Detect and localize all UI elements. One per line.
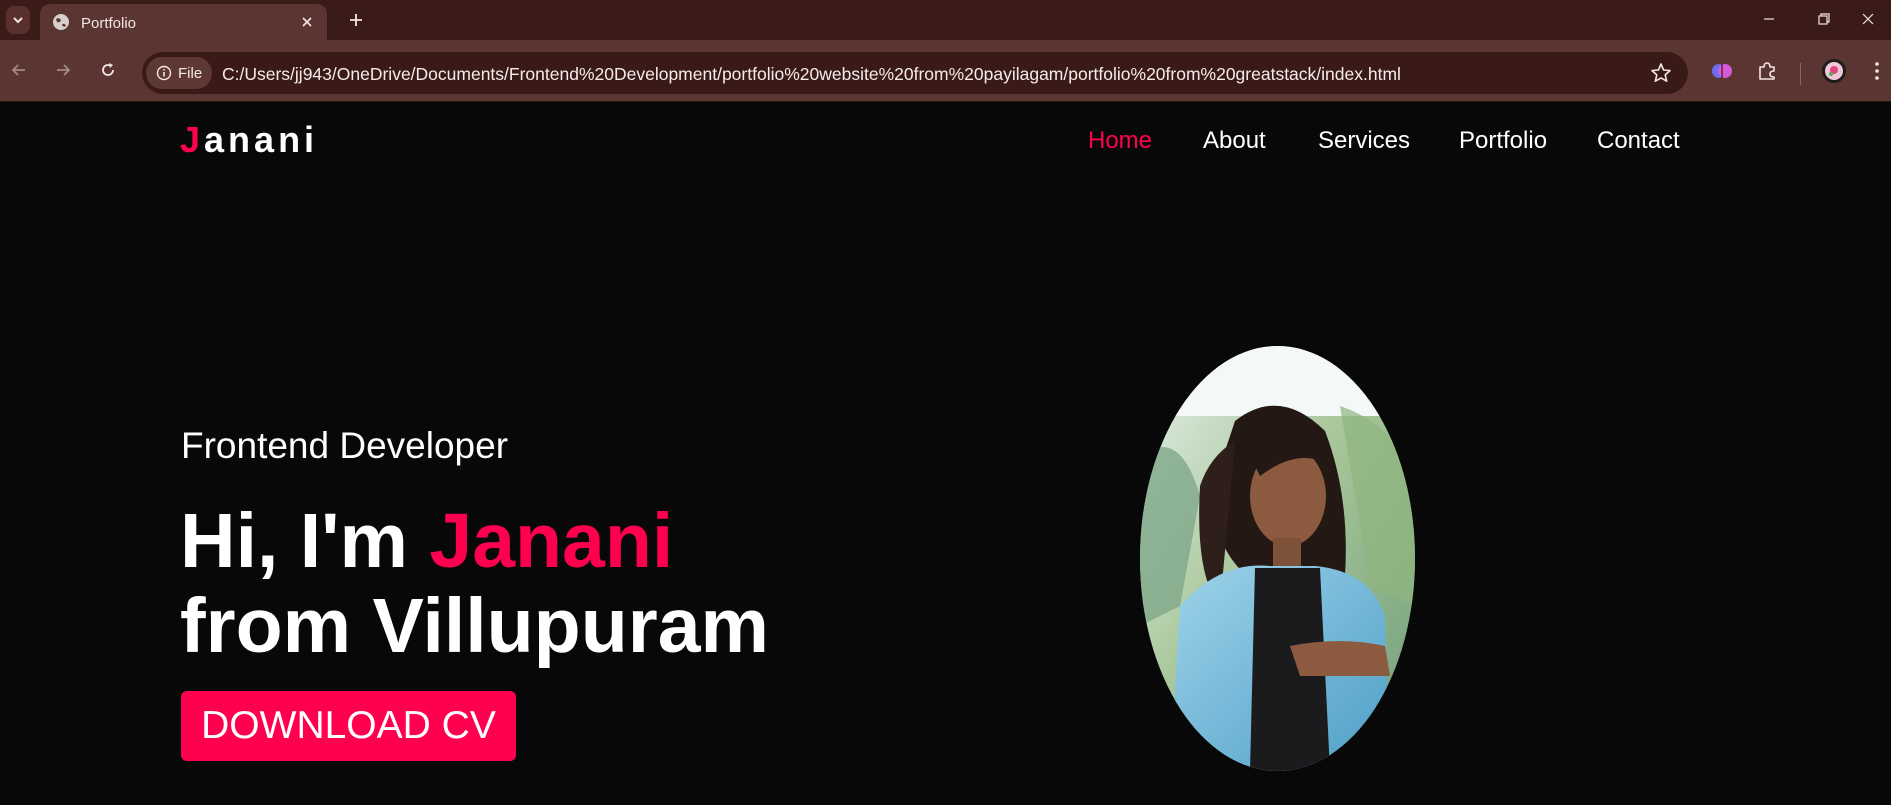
close-window-button[interactable]	[1845, 0, 1891, 38]
browser-toolbar: File C:/Users/jj943/OneDrive/Documents/F…	[0, 40, 1891, 102]
puzzle-icon	[1759, 62, 1775, 80]
nav-link-portfolio[interactable]: Portfolio	[1459, 127, 1547, 155]
hero-name: Janani	[429, 498, 674, 584]
back-button[interactable]	[4, 55, 34, 85]
logo-initial: J	[180, 119, 205, 160]
site-info-chip[interactable]: File	[146, 57, 212, 89]
scheme-label: File	[178, 64, 203, 82]
minimize-button[interactable]	[1746, 0, 1792, 38]
plus-icon	[350, 14, 362, 26]
minimize-icon	[1764, 18, 1774, 20]
arrow-right-icon	[57, 64, 71, 76]
hero-role: Frontend Developer	[181, 425, 509, 466]
nav-link-home[interactable]: Home	[1088, 127, 1152, 155]
logo-rest: anani	[204, 119, 319, 160]
nav-link-about[interactable]: About	[1203, 127, 1266, 155]
tab-title: Portfolio	[81, 15, 137, 32]
browser-menu-button[interactable]	[1867, 55, 1887, 87]
avatar	[1822, 59, 1846, 83]
new-tab-button[interactable]	[342, 8, 370, 32]
browser-tab[interactable]: Portfolio	[40, 4, 327, 40]
address-bar[interactable]: File C:/Users/jj943/OneDrive/Documents/F…	[142, 52, 1688, 94]
download-cv-button[interactable]: DOWNLOAD CV	[181, 691, 516, 761]
nav-link-contact[interactable]: Contact	[1597, 127, 1680, 155]
nav-link-services[interactable]: Services	[1318, 127, 1410, 155]
more-vertical-icon	[1875, 62, 1879, 80]
extensions-button[interactable]	[1751, 55, 1783, 87]
reload-icon	[102, 63, 114, 76]
toolbar-divider	[1800, 63, 1801, 85]
profile-button[interactable]	[1818, 55, 1850, 87]
bookmark-star-icon[interactable]	[1650, 62, 1672, 84]
portfolio-page: Janani Home About Services Portfolio Con…	[0, 103, 1891, 805]
profile-photo	[1140, 346, 1415, 771]
ai-extension-button[interactable]	[1706, 55, 1738, 87]
tab-search-button[interactable]	[6, 6, 30, 34]
brain-icon	[1712, 64, 1732, 78]
hero-heading-line-2: from Villupuram	[180, 583, 770, 669]
browser-tabstrip: Portfolio	[0, 0, 1891, 40]
url-text[interactable]: C:/Users/jj943/OneDrive/Documents/Fronte…	[222, 64, 1401, 85]
reload-button[interactable]	[93, 55, 123, 85]
restore-button[interactable]	[1801, 0, 1847, 38]
globe-icon	[53, 14, 69, 30]
close-icon	[302, 17, 312, 27]
restore-icon	[1818, 13, 1830, 25]
arrow-left-icon	[11, 64, 25, 76]
close-icon	[1862, 13, 1874, 25]
site-logo[interactable]: Janani	[180, 119, 318, 161]
chevron-down-icon	[13, 17, 23, 24]
tab-close-button[interactable]	[297, 12, 317, 32]
forward-button[interactable]	[48, 55, 78, 85]
info-icon	[156, 65, 172, 81]
hero-heading-line-1: Hi, I'm Janani	[180, 497, 673, 586]
hero-greeting: Hi, I'm	[180, 498, 408, 584]
